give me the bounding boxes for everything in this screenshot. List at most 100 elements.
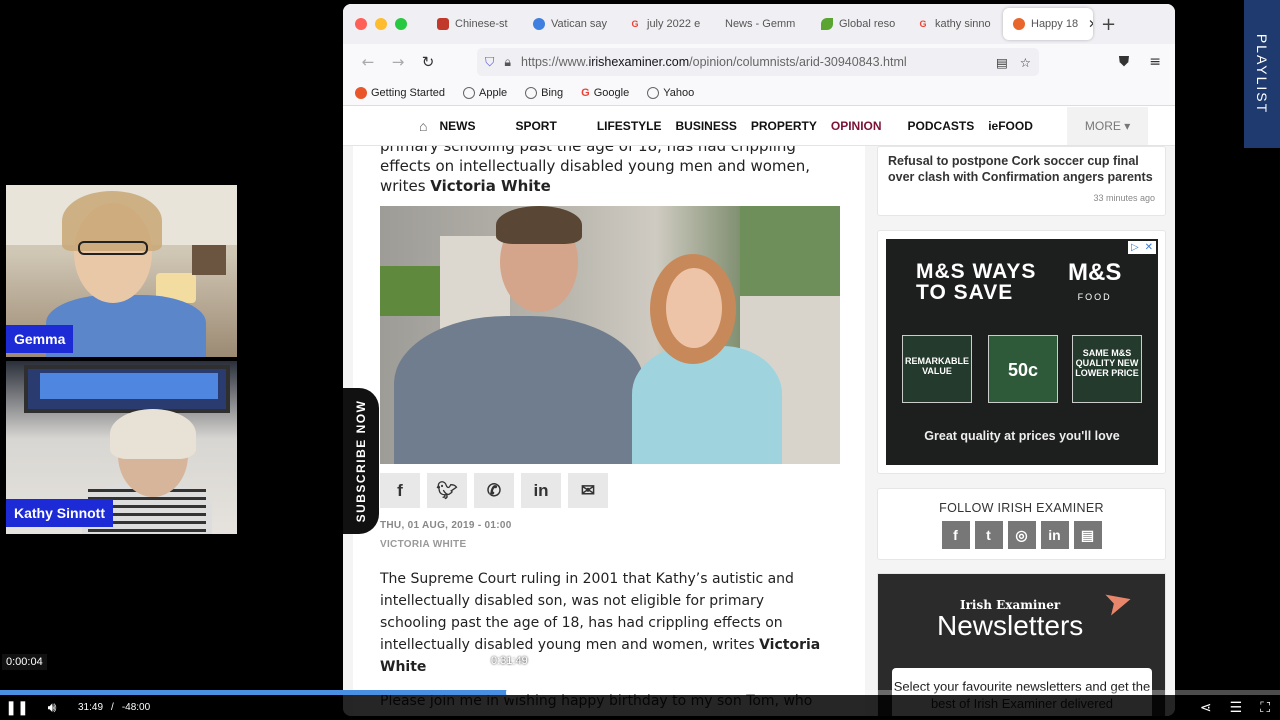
globe-icon <box>525 86 538 99</box>
nav-business[interactable]: BUSINESS <box>675 119 736 133</box>
linkedin-share-icon[interactable]: in <box>521 473 561 508</box>
participant-video-gemma: Gemma <box>6 185 237 357</box>
tab-label: Happy 18 <box>1031 18 1079 30</box>
reload-button[interactable]: ↻ <box>413 53 443 71</box>
social-links: f t ◎ in ▤ <box>878 521 1165 549</box>
nav-opinion[interactable]: OPINION <box>831 119 882 133</box>
twitter-icon[interactable]: t <box>974 521 1003 549</box>
participant-name-tag: Kathy Sinnott <box>6 499 113 527</box>
menu-icon[interactable]: ≡ <box>1149 54 1161 70</box>
nav-more-button[interactable]: MORE ▾ <box>1066 106 1149 145</box>
bookmark-item[interactable]: Getting Started <box>355 86 445 99</box>
browser-tab[interactable]: News - Gemm <box>715 4 811 44</box>
article-paragraph: The Supreme Court ruling in 2001 that Ka… <box>380 571 821 675</box>
ad-tagline: Great quality at prices you'll love <box>924 429 1120 443</box>
bookmark-item[interactable]: Apple <box>463 86 507 99</box>
google-icon: G <box>919 19 927 29</box>
google-icon: G <box>631 19 639 29</box>
ad-brand: M&S FOOD <box>1068 259 1122 303</box>
tab-label: News - Gemm <box>725 18 796 30</box>
volume-icon[interactable]: 🔊︎ <box>34 699 70 716</box>
minimize-window-button[interactable] <box>375 18 387 30</box>
hover-time-tooltip: 0:00:04 <box>2 654 47 670</box>
article-photo <box>380 206 840 464</box>
url-text: https://www.irishexaminer.com/opinion/co… <box>521 55 907 69</box>
close-window-button[interactable] <box>355 18 367 30</box>
tab-label: Chinese-st <box>455 18 508 30</box>
tab-label: kathy sinno <box>935 18 991 30</box>
latest-news-item[interactable]: Refusal to postpone Cork soccer cup fina… <box>877 146 1166 216</box>
tab-label: Vatican say <box>551 18 608 30</box>
shield-icon[interactable]: ⛉ <box>485 55 494 70</box>
new-tab-button[interactable]: + <box>1101 14 1116 35</box>
share-buttons: f 🐦︎ ✆ in ✉ <box>380 473 865 508</box>
chapters-list-icon[interactable]: ☰ <box>1230 699 1243 716</box>
nav-sport[interactable]: SPORT <box>515 119 556 133</box>
close-tab-icon[interactable]: ✕ <box>1088 17 1093 31</box>
nav-podcasts[interactable]: PODCASTS <box>908 119 975 133</box>
follow-title: FOLLOW IRISH EXAMINER <box>939 501 1104 515</box>
bookmark-item[interactable]: G Google <box>581 87 629 99</box>
browser-window: Chinese-st Vatican say G july 2022 e New… <box>343 4 1175 716</box>
url-bar[interactable]: ⛉ 🔒︎ https://www.irishexaminer.com/opini… <box>477 48 1039 76</box>
nav-iefood[interactable]: ieFOOD <box>988 119 1033 133</box>
navigation-bar: ← → ↻ ⛉ 🔒︎ https://www.irishexaminer.com… <box>343 44 1175 80</box>
participant-name-tag: Gemma <box>6 325 74 353</box>
irish-examiner-icon <box>1013 18 1025 30</box>
ad-close-icon[interactable]: ▷ ✕ <box>1128 241 1156 254</box>
home-icon[interactable]: ⌂ <box>419 118 427 134</box>
share-icon[interactable]: ⋖ <box>1200 699 1212 716</box>
seek-time-tooltip: 0:31:49 <box>491 655 528 667</box>
bookmark-star-icon[interactable]: ☆ <box>1020 55 1031 70</box>
browser-tab[interactable]: G july 2022 e <box>619 4 715 44</box>
video-player: Gemma Kathy Sinnott Chinese-st Vatican s… <box>0 0 1280 720</box>
reader-view-icon[interactable]: ▤ <box>996 55 1008 70</box>
forward-button[interactable]: → <box>383 53 413 71</box>
bookmark-item[interactable]: Yahoo <box>647 86 694 99</box>
time-separator: / <box>111 702 114 713</box>
current-time: 31:49 <box>78 702 104 713</box>
facebook-icon[interactable]: f <box>941 521 970 549</box>
site-navigation: ⌂ NEWS SPORT LIFESTYLE BUSINESS PROPERTY… <box>343 106 1175 146</box>
fullscreen-icon[interactable]: ⛶ <box>1260 699 1270 716</box>
browser-tab[interactable]: Global reso <box>811 4 907 44</box>
ad-offer-box: REMARKABLE VALUE <box>902 335 972 403</box>
email-share-icon[interactable]: ✉ <box>568 473 608 508</box>
browser-tab[interactable]: Vatican say <box>523 4 619 44</box>
bookmarks-toolbar: Getting Started Apple Bing G Google Yahoo <box>343 80 1175 106</box>
lock-icon[interactable]: 🔒︎ <box>504 55 511 70</box>
google-icon: G <box>581 86 590 99</box>
nav-property[interactable]: PROPERTY <box>751 119 817 133</box>
maximize-window-button[interactable] <box>395 18 407 30</box>
whatsapp-share-icon[interactable]: ✆ <box>474 473 514 508</box>
nav-lifestyle[interactable]: LIFESTYLE <box>597 119 662 133</box>
nav-news[interactable]: NEWS <box>439 119 475 133</box>
pocket-icon[interactable]: ⛊ <box>1119 54 1130 70</box>
playlist-tab[interactable]: PLAYLIST <box>1244 0 1280 148</box>
paper-plane-icon: ➤ <box>1099 578 1138 626</box>
ad-offer-box: 50c <box>988 335 1058 403</box>
firefox-icon <box>355 86 367 99</box>
page-content: primary schooling past the age of 18, ha… <box>343 146 1175 716</box>
globe-icon <box>647 86 660 99</box>
browser-tab[interactable]: G kathy sinno <box>907 4 1003 44</box>
vatican-icon <box>533 18 545 30</box>
instagram-icon[interactable]: ◎ <box>1007 521 1036 549</box>
newsletter-title: Newsletters <box>937 610 1084 641</box>
globe-icon <box>463 86 475 99</box>
twitter-share-icon[interactable]: 🐦︎ <box>427 473 467 508</box>
browser-tab[interactable]: Chinese-st <box>427 4 523 44</box>
back-button[interactable]: ← <box>353 53 383 71</box>
subscribe-now-tab[interactable]: SUBSCRIBE NOW <box>343 388 379 534</box>
facebook-share-icon[interactable]: f <box>380 473 420 508</box>
linkedin-icon[interactable]: in <box>1040 521 1069 549</box>
article-author[interactable]: VICTORIA WHITE <box>380 539 865 550</box>
browser-tab-active[interactable]: Happy 18 ✕ <box>1003 8 1093 40</box>
ad-offer-box: SAME M&S QUALITY NEW LOWER PRICE <box>1072 335 1142 403</box>
ms-advertisement[interactable]: ▷ ✕ M&S WAYS TO SAVE M&S FOOD REMARKABLE V… <box>886 239 1158 465</box>
news-headline[interactable]: Refusal to postpone Cork soccer cup fina… <box>888 153 1155 185</box>
bookmark-item[interactable]: Bing <box>525 86 563 99</box>
newspaper-icon[interactable]: ▤ <box>1073 521 1102 549</box>
sidebar: Refusal to postpone Cork soccer cup fina… <box>877 146 1166 716</box>
pause-icon[interactable]: ❚❚ <box>0 699 34 716</box>
